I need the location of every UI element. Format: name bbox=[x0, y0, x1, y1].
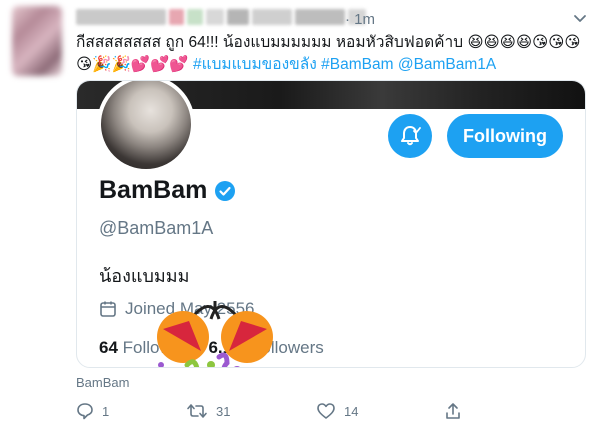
hashtag-link-bambam[interactable]: #BamBam bbox=[321, 56, 393, 73]
profile-name-text: BamBam bbox=[99, 176, 208, 204]
author-avatar-blurred[interactable] bbox=[12, 6, 62, 76]
timestamp-text: 1m bbox=[354, 11, 376, 28]
quoted-account-name[interactable]: BamBam bbox=[76, 375, 129, 390]
retweet-icon bbox=[187, 404, 207, 418]
profile-handle[interactable]: @BamBam1A bbox=[99, 218, 213, 239]
following-button[interactable]: Following bbox=[447, 114, 563, 158]
profile-bio: น้องแบมมม bbox=[99, 266, 190, 286]
bell-icon bbox=[401, 126, 421, 146]
tweet-body: กีสสสสสสสส ถูก 64!!! น้องแบมมมมมม หอมหัว… bbox=[76, 32, 588, 76]
quoted-profile-card[interactable]: Following BamBam @BamBam1A น้องแบมมม Joi… bbox=[76, 80, 586, 368]
retweet-button[interactable]: 31 bbox=[186, 402, 316, 420]
tweet-actions: 1 31 14 bbox=[76, 400, 506, 422]
like-button[interactable]: 14 bbox=[316, 402, 444, 420]
reply-count: 1 bbox=[102, 403, 110, 419]
chevron-down-icon[interactable] bbox=[573, 12, 587, 26]
following-count: 64 bbox=[99, 338, 118, 357]
heart-icon bbox=[317, 403, 335, 419]
verified-badge-icon bbox=[215, 180, 236, 201]
share-icon bbox=[446, 403, 460, 419]
profile-name[interactable]: BamBam bbox=[99, 176, 236, 205]
reply-button[interactable]: 1 bbox=[76, 402, 186, 420]
notification-bell-button[interactable] bbox=[388, 114, 432, 158]
reply-icon bbox=[77, 403, 93, 420]
retweet-count: 31 bbox=[216, 403, 231, 419]
like-count: 14 bbox=[344, 403, 359, 419]
share-button[interactable] bbox=[444, 402, 462, 420]
tweet-timestamp[interactable]: · 1m bbox=[345, 11, 375, 28]
hashtag-link[interactable]: #แบมแบมของขลัง bbox=[193, 56, 317, 73]
calendar-icon bbox=[100, 301, 116, 317]
mention-link[interactable]: @BamBam1A bbox=[398, 56, 496, 73]
profile-avatar[interactable] bbox=[97, 81, 195, 173]
author-name-blurred[interactable] bbox=[76, 9, 366, 25]
party-popper-sticker bbox=[157, 301, 273, 367]
